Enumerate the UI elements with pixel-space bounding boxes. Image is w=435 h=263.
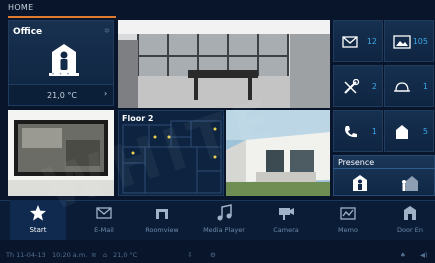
door-icon — [404, 206, 416, 220]
dock-item-camera[interactable]: Camera — [258, 200, 314, 240]
house-photo[interactable] — [226, 110, 330, 196]
image-icon — [393, 35, 411, 49]
email-icon — [96, 207, 112, 219]
star-icon — [30, 205, 46, 221]
pin-icon: ⇩ — [187, 251, 193, 259]
heating-icon: ≋ — [91, 251, 97, 259]
dock-item-media-player[interactable]: Media Player — [196, 200, 252, 240]
tools-count: 2 — [371, 82, 377, 91]
dock-label: Camera — [273, 226, 299, 234]
room-icon — [156, 209, 168, 219]
alarm-counter-tile[interactable]: 1 — [384, 65, 434, 107]
phone-icon — [345, 126, 357, 138]
image-count: 105 — [412, 37, 428, 46]
phone-counter-tile[interactable]: 1 — [333, 110, 383, 152]
presence-away-icon[interactable] — [400, 174, 420, 192]
dock-label: Media Player — [203, 226, 245, 234]
dock-label: Door En — [397, 226, 423, 234]
email-counter-tile[interactable]: 12 — [333, 20, 383, 62]
status-time: 10:20 a.m. — [52, 251, 88, 259]
image-counter-tile[interactable]: 105 — [384, 20, 434, 62]
dock-item-start[interactable]: Start — [10, 200, 66, 240]
dock-item-e-mail[interactable]: E-Mail — [76, 200, 132, 240]
alarm-status-icon: ♠ — [400, 251, 406, 259]
tv-photo[interactable] — [8, 110, 114, 196]
alarm-icon — [394, 82, 410, 92]
title-underline — [8, 16, 116, 18]
temperature-value: 21,0 °C — [47, 91, 77, 100]
chevron-right-icon[interactable]: › — [104, 89, 107, 98]
room-photo[interactable] — [118, 20, 330, 108]
house-count: 5 — [422, 127, 428, 136]
dock-label: E-Mail — [94, 226, 114, 234]
status-bar: Th 11-04-13 10:20 a.m. ≋ ⌂ 21,0 °C ⇩ ⚙ ♠… — [0, 246, 435, 263]
dock-item-memo[interactable]: Memo — [320, 200, 376, 240]
house-counter-tile[interactable]: 5 — [384, 110, 434, 152]
phone-count: 1 — [371, 127, 377, 136]
volume-icon: ◀) — [420, 251, 428, 259]
tools-counter-tile[interactable]: 2 — [333, 65, 383, 107]
presence-divider — [333, 168, 435, 169]
app-title: HOME — [8, 3, 34, 12]
tools-icon — [344, 79, 360, 94]
floor-label: Floor 2 — [122, 114, 154, 123]
dock-label: Start — [29, 226, 47, 234]
memo-icon — [340, 207, 356, 220]
house-icon — [396, 125, 408, 139]
email-icon — [342, 36, 358, 48]
lock-icon: ⌂ — [103, 251, 108, 259]
music-icon — [217, 204, 232, 221]
status-temp: 21,0 °C — [113, 251, 138, 259]
email-count: 12 — [366, 37, 377, 46]
dock-label: Roomview — [145, 226, 179, 234]
camera-icon — [279, 208, 294, 220]
alarm-count: 1 — [422, 82, 428, 91]
presence-home-icon[interactable] — [352, 174, 368, 192]
office-pager: • • • — [51, 71, 71, 78]
dock-item-door-en[interactable]: Door En — [382, 200, 435, 240]
dock-label: Memo — [338, 226, 358, 234]
floor-plan-map — [122, 120, 222, 194]
settings-status-icon: ⚙ — [210, 251, 216, 259]
presence-label: Presence — [338, 158, 375, 167]
dock-item-roomview[interactable]: Roomview — [134, 200, 190, 240]
office-label: Office — [13, 27, 43, 37]
status-date: Th 11-04-13 — [6, 251, 46, 259]
